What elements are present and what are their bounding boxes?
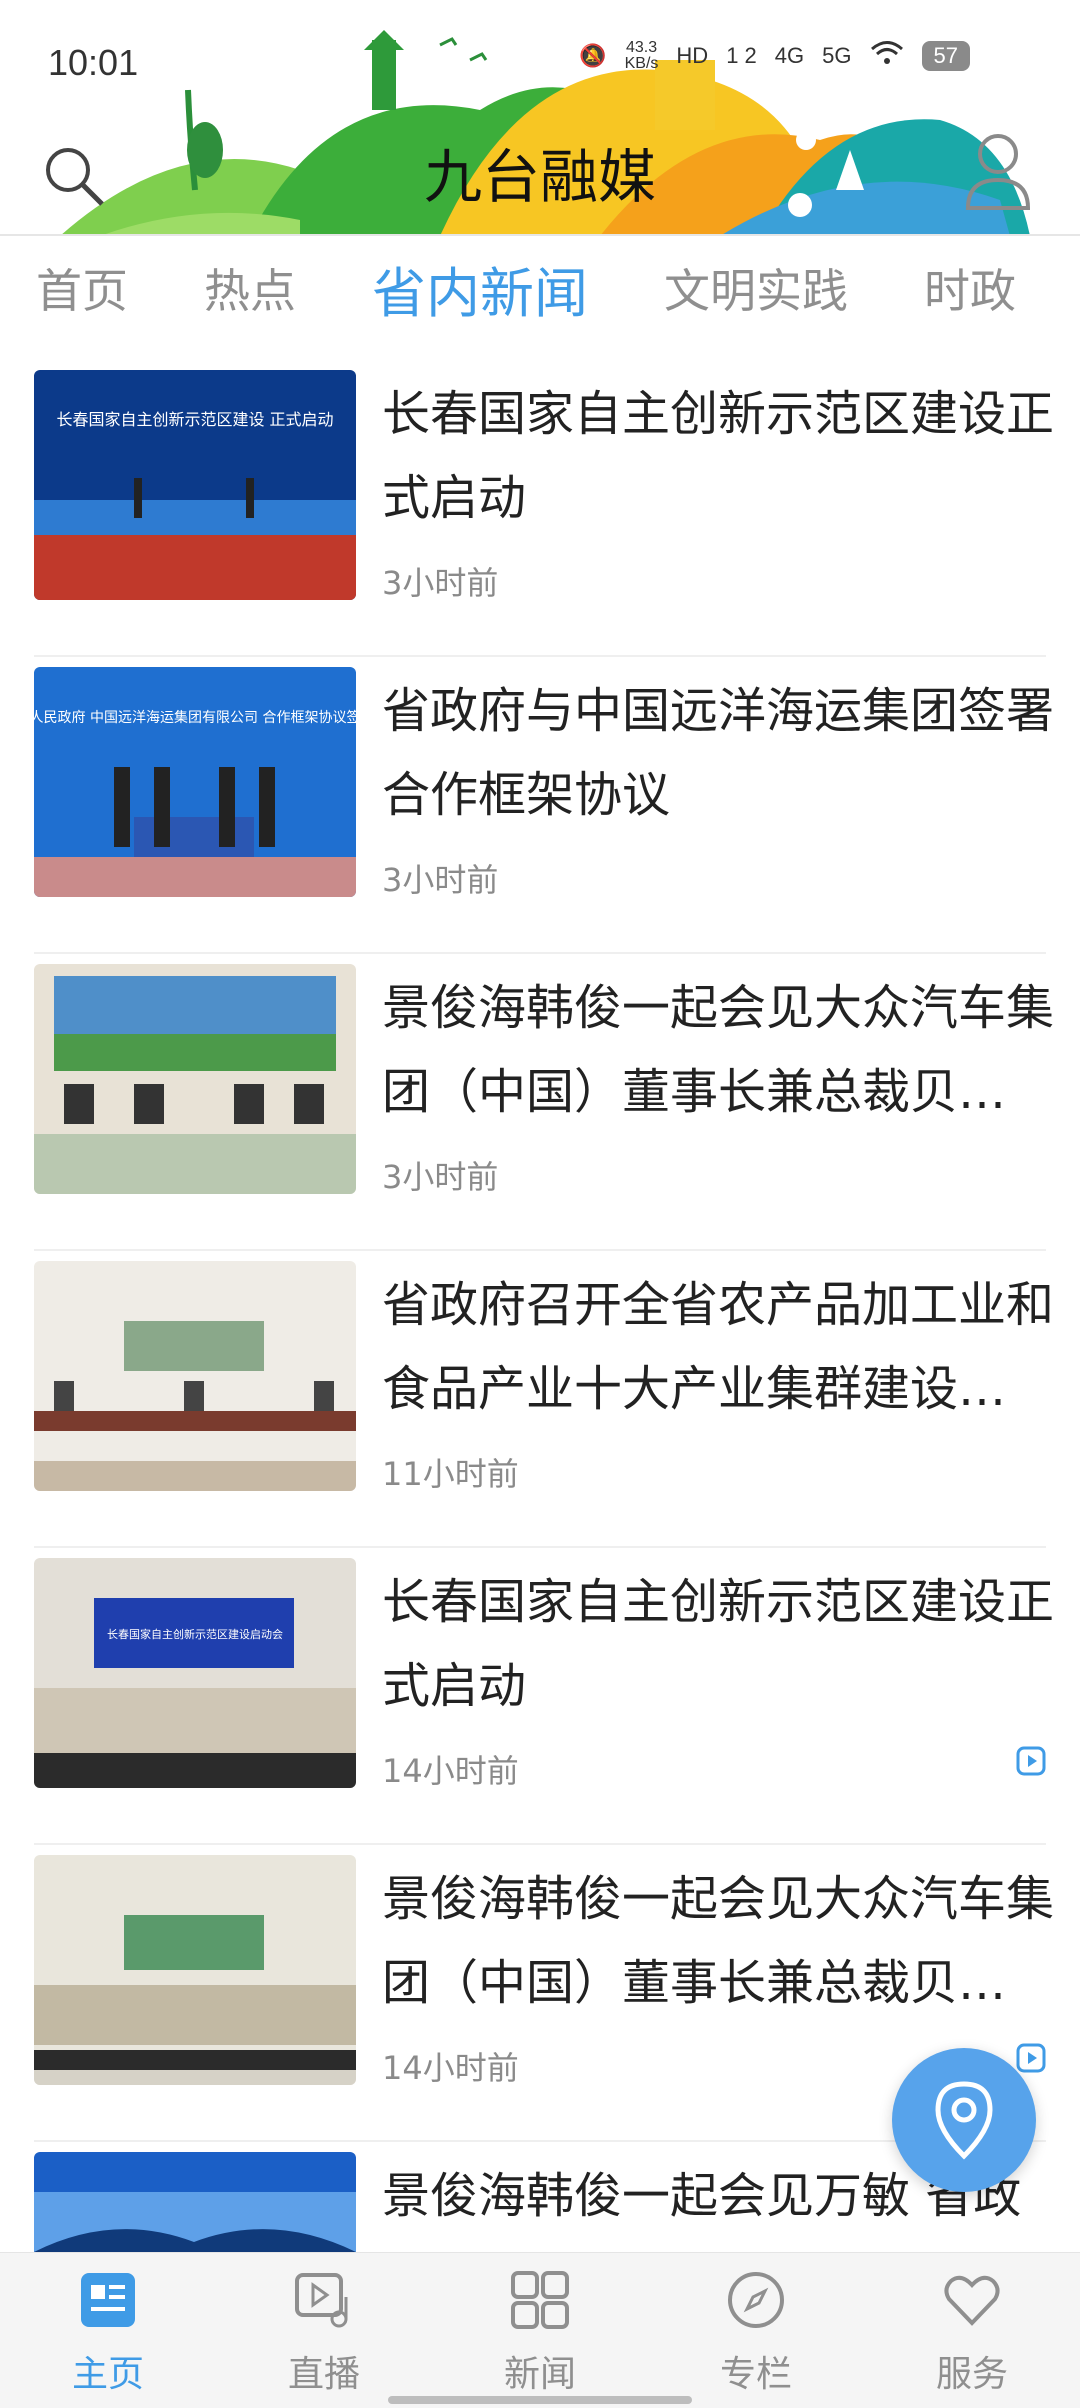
news-item[interactable]: 长春国家自主创新示范区建设启动会 长春国家自主创新示范区建设正式启动 14小时前 xyxy=(34,1548,1054,1845)
news-title: 省政府与中国远洋海运集团签署合作框架协议 xyxy=(382,683,1055,823)
category-tabs: 首页 热点 省内新闻 文明实践 时政 民 xyxy=(0,238,1080,338)
nav-label: 主页 xyxy=(71,2354,144,2395)
signal-4g: 4G xyxy=(774,43,805,68)
thumb-caption: 长春国家自主创新示范区建设 正式启动 xyxy=(56,410,333,429)
app-title: 九台融媒 xyxy=(423,143,656,211)
nav-column[interactable]: 专栏 xyxy=(648,2253,864,2408)
nav-news[interactable]: 新闻 xyxy=(432,2253,648,2408)
hd-badge: HD xyxy=(676,43,709,68)
news-time: 3小时前 xyxy=(382,861,499,899)
grid-icon xyxy=(511,2271,569,2329)
thumb-caption: 吉林省人民政府 中国远洋海运集团有限公司 合作框架协议签署仪式 xyxy=(34,709,356,726)
news-title: 省政府召开全省农产品加工业和食品产业十大产业集群建设… xyxy=(382,1277,1055,1417)
news-thumbnail xyxy=(34,1261,356,1491)
signal-5g: 5G xyxy=(822,43,852,68)
news-title: 景俊海韩俊一起会见大众汽车集团（中国）董事长兼总裁贝… xyxy=(382,1871,1055,2011)
live-video-icon xyxy=(295,2273,348,2328)
nav-label: 直播 xyxy=(287,2354,360,2395)
tab-hot[interactable]: 热点 xyxy=(204,255,336,321)
nav-live[interactable]: 直播 xyxy=(216,2253,432,2408)
news-time: 3小时前 xyxy=(382,564,499,602)
network-speed-value: 43.3 xyxy=(625,39,658,56)
thumb-caption: 长春国家自主创新示范区建设启动会 xyxy=(107,1627,283,1641)
nav-label: 专栏 xyxy=(719,2354,792,2395)
home-indicator[interactable] xyxy=(388,2396,692,2404)
home-news-icon xyxy=(81,2273,135,2327)
news-item[interactable]: 省政府召开全省农产品加工业和食品产业十大产业集群建设… 11小时前 xyxy=(34,1251,1054,1548)
tab-civilization[interactable]: 文明实践 xyxy=(664,255,888,321)
news-item[interactable]: 吉林省人民政府 中国远洋海运集团有限公司 合作框架协议签署仪式 省政府与中国远洋… xyxy=(34,657,1054,954)
news-item[interactable]: 长春国家自主创新示范区建设 正式启动 长春国家自主创新示范区建设正式启动 3小时… xyxy=(34,360,1054,657)
heart-icon xyxy=(944,2275,1000,2326)
nav-label: 新闻 xyxy=(503,2354,576,2395)
user-icon xyxy=(965,134,1031,210)
news-time: 3小时前 xyxy=(382,1158,499,1196)
network-speed-unit: KB/s xyxy=(624,55,659,72)
news-time: 11小时前 xyxy=(382,1455,519,1493)
wifi-icon xyxy=(870,40,904,72)
tab-politics[interactable]: 时政 xyxy=(924,255,1056,321)
news-item[interactable]: 景俊海韩俊一起会见大众汽车集团（中国）董事长兼总裁贝… 14小时前 xyxy=(34,1845,1054,2142)
status-time: 10:01 xyxy=(48,42,139,83)
location-button[interactable] xyxy=(892,2048,1036,2192)
video-play-icon xyxy=(1016,1746,1046,1776)
sim-label: 1 2 xyxy=(726,43,757,68)
nav-label: 服务 xyxy=(935,2354,1008,2395)
news-thumbnail: 长春国家自主创新示范区建设 正式启动 xyxy=(34,370,356,600)
tab-home[interactable]: 首页 xyxy=(36,255,168,321)
app-header: 10:01 🔕 43.3 KB/s HD 1 2 4G 5G 57 九台融媒 xyxy=(0,0,1080,236)
status-icons: 🔕 43.3 KB/s HD 1 2 4G 5G 57 xyxy=(579,40,970,72)
news-thumbnail: 长春国家自主创新示范区建设启动会 xyxy=(34,1558,356,1788)
news-title: 长春国家自主创新示范区建设正式启动 xyxy=(382,386,1055,526)
news-time: 14小时前 xyxy=(382,2049,519,2087)
news-thumbnail: 吉林省人民政府 中国远洋海运集团有限公司 合作框架协议签署仪式 xyxy=(34,667,356,897)
news-time: 14小时前 xyxy=(382,1752,519,1790)
tab-province-news[interactable]: 省内新闻 xyxy=(372,249,628,328)
news-thumbnail xyxy=(34,1855,356,2085)
nav-home[interactable]: 主页 xyxy=(0,2253,216,2408)
user-button[interactable] xyxy=(962,130,1034,212)
bottom-navigation: 主页 直播 新闻 专栏 服务 xyxy=(0,2252,1080,2408)
news-item[interactable]: 景俊海韩俊一起会见大众汽车集团（中国）董事长兼总裁贝… 3小时前 xyxy=(34,954,1054,1251)
compass-icon xyxy=(728,2272,784,2328)
news-title: 长春国家自主创新示范区建设正式启动 xyxy=(382,1574,1055,1714)
news-title: 景俊海韩俊一起会见大众汽车集团（中国）董事长兼总裁贝… xyxy=(382,980,1055,1120)
mute-icon: 🔕 xyxy=(579,43,607,68)
video-play-icon xyxy=(1016,2043,1046,2073)
network-speed: 43.3 KB/s xyxy=(625,40,659,72)
location-pin-icon xyxy=(935,2081,993,2160)
nav-service[interactable]: 服务 xyxy=(864,2253,1080,2408)
news-thumbnail xyxy=(34,964,356,1194)
battery-indicator: 57 xyxy=(921,41,970,71)
